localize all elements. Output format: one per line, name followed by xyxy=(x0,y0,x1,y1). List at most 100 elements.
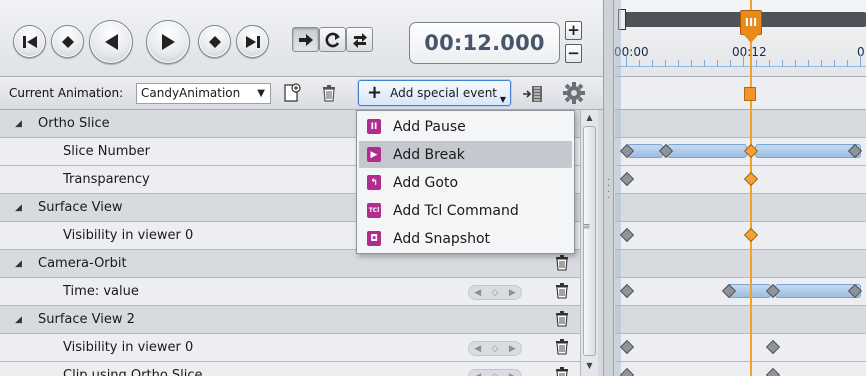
keyframe-marker[interactable] xyxy=(619,339,635,355)
plus-icon: + xyxy=(367,82,383,103)
next-keyframe-icon[interactable]: ▶ xyxy=(509,344,516,354)
gear-icon xyxy=(563,82,585,104)
tree-item-row[interactable]: Time: value ◀ ◇ ▶ xyxy=(0,278,580,306)
collapse-triangle-icon[interactable]: ◢ xyxy=(15,259,22,269)
tree-item-row[interactable]: Visibility in viewer 0 ◀ ◇ ▶ xyxy=(0,334,580,362)
tree-scrollbar[interactable]: ▲ ≡ ▼ xyxy=(580,110,598,376)
keyframe-marker[interactable] xyxy=(743,171,759,187)
increase-time-button[interactable]: + xyxy=(565,21,582,40)
menu-item-add-goto[interactable]: ↰ Add Goto xyxy=(359,169,572,196)
next-keyframe-icon[interactable]: ▶ xyxy=(509,288,516,298)
ruler-tick xyxy=(834,60,835,67)
special-events-track[interactable] xyxy=(615,77,866,110)
keyframe-marker[interactable] xyxy=(619,227,635,243)
keyframe-diamond-icon xyxy=(61,35,74,48)
add-object-button[interactable] xyxy=(522,85,544,103)
goto-event-icon: ↰ xyxy=(367,175,381,190)
trash-icon xyxy=(556,255,568,271)
dropdown-caret-icon: ▼ xyxy=(499,95,506,104)
ruler-tick xyxy=(782,60,783,67)
tcl-event-icon: TCl xyxy=(367,203,381,218)
panel-splitter[interactable]: · · · · xyxy=(604,0,614,376)
animation-select-value: CandyAnimation xyxy=(141,86,241,100)
time-cursor-line[interactable] xyxy=(750,0,752,376)
go-to-end-button[interactable] xyxy=(236,25,269,58)
trash-icon xyxy=(556,339,568,355)
tree-group-row[interactable]: ◢ Camera-Orbit xyxy=(0,250,580,278)
tree-item-row[interactable]: Clip using Ortho Slice ◀ ◇ ▶ xyxy=(0,362,580,376)
time-cursor-pointer-icon xyxy=(743,34,759,43)
tree-group-row[interactable]: ◢ Surface View 2 xyxy=(0,306,580,334)
collapse-triangle-icon[interactable]: ◢ xyxy=(15,203,22,213)
trash-icon xyxy=(323,85,335,102)
delete-track-button[interactable] xyxy=(555,311,569,331)
trash-icon xyxy=(556,283,568,299)
keyframe-nav-control[interactable]: ◀ ◇ ▶ xyxy=(468,369,522,376)
tree-group-label: Camera-Orbit xyxy=(38,256,127,271)
next-keyframe-button[interactable] xyxy=(198,25,231,58)
timeline-group-row[interactable] xyxy=(615,110,866,138)
timeline-track-row[interactable] xyxy=(615,278,866,306)
timeline-track-row[interactable] xyxy=(615,166,866,194)
menu-item-add-snapshot[interactable]: ◘ Add Snapshot xyxy=(359,225,572,252)
keyframe-diamond-icon[interactable]: ◇ xyxy=(492,372,499,376)
keyframe-marker[interactable] xyxy=(619,367,635,376)
timeline-panel[interactable]: 00:00 00:12 0 xyxy=(615,0,866,376)
timeline-group-row[interactable] xyxy=(615,250,866,278)
skip-start-icon xyxy=(22,35,37,48)
decrease-time-button[interactable]: − xyxy=(565,44,582,63)
animation-select[interactable]: CandyAnimation ▼ xyxy=(136,83,271,104)
keyframe-marker[interactable] xyxy=(619,171,635,187)
interpolation-segment[interactable] xyxy=(755,144,861,158)
scroll-up-arrow-icon[interactable]: ▲ xyxy=(581,110,598,126)
timeline-track-row[interactable] xyxy=(615,362,866,376)
loop-mode-button[interactable] xyxy=(319,27,346,52)
menu-item-add-pause[interactable]: II Add Pause xyxy=(359,113,572,140)
scrollbar-thumb[interactable] xyxy=(583,126,596,356)
keyframe-diamond-icon[interactable]: ◇ xyxy=(492,288,499,298)
keyframe-nav-control[interactable]: ◀ ◇ ▶ xyxy=(468,285,522,300)
collapse-triangle-icon[interactable]: ◢ xyxy=(15,315,22,325)
prev-keyframe-icon[interactable]: ◀ xyxy=(474,344,481,354)
new-animation-button[interactable] xyxy=(283,83,301,103)
delete-track-button[interactable] xyxy=(555,283,569,303)
settings-button[interactable] xyxy=(563,82,585,104)
keyframe-marker[interactable] xyxy=(765,367,781,376)
prev-keyframe-icon[interactable]: ◀ xyxy=(474,372,481,376)
current-time-display[interactable]: 00:12.000 xyxy=(409,22,560,64)
previous-keyframe-button[interactable] xyxy=(51,25,84,58)
timeline-group-row[interactable] xyxy=(615,194,866,222)
menu-item-add-break[interactable]: ▶ Add Break xyxy=(359,141,572,168)
add-special-event-button[interactable]: + Add special event ▼ xyxy=(358,80,511,106)
keyframe-diamond-icon[interactable]: ◇ xyxy=(492,344,499,354)
interpolation-segment[interactable] xyxy=(667,144,747,158)
go-to-start-button[interactable] xyxy=(13,25,46,58)
collapse-triangle-icon[interactable]: ◢ xyxy=(15,119,22,129)
menu-item-label: Add Goto xyxy=(393,174,459,191)
swing-mode-button[interactable] xyxy=(346,27,373,52)
next-keyframe-icon[interactable]: ▶ xyxy=(509,372,516,376)
timeline-track-row[interactable] xyxy=(615,334,866,362)
delete-track-button[interactable] xyxy=(555,255,569,275)
break-event-marker[interactable] xyxy=(744,87,756,101)
timeline-group-row[interactable] xyxy=(615,306,866,334)
ruler-tick xyxy=(626,55,627,67)
ruler-tick xyxy=(860,55,861,67)
keyframe-marker[interactable] xyxy=(743,227,759,243)
play-forward-button[interactable] xyxy=(146,20,190,64)
splitter-grip-icon: · · · · xyxy=(607,175,611,204)
time-cursor-handle[interactable]: III xyxy=(740,10,762,35)
scroll-down-arrow-icon[interactable]: ▼ xyxy=(581,358,598,374)
play-once-mode-button[interactable] xyxy=(292,27,319,52)
prev-keyframe-icon[interactable]: ◀ xyxy=(474,288,481,298)
delete-animation-button[interactable] xyxy=(321,84,337,102)
delete-track-button[interactable] xyxy=(555,367,569,376)
delete-track-button[interactable] xyxy=(555,339,569,359)
play-backward-button[interactable] xyxy=(89,20,133,64)
keyframe-marker[interactable] xyxy=(765,339,781,355)
menu-item-add-tcl-command[interactable]: TCl Add Tcl Command xyxy=(359,197,572,224)
keyframe-nav-control[interactable]: ◀ ◇ ▶ xyxy=(468,341,522,356)
timeline-track-row[interactable] xyxy=(615,222,866,250)
timeline-track-row[interactable] xyxy=(615,138,866,166)
keyframe-marker[interactable] xyxy=(619,283,635,299)
